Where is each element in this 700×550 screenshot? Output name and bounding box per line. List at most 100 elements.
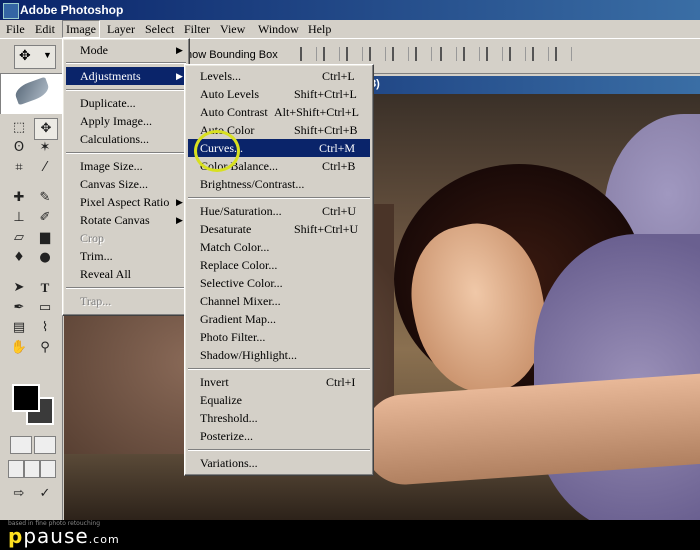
align-vcenter-icon[interactable] [323, 47, 340, 61]
menu-item-posterize[interactable]: Posterize... [188, 427, 370, 445]
dodge-tool-icon[interactable]: ● [34, 248, 56, 268]
distribute-hcenter-icon[interactable] [532, 47, 549, 61]
menu-item-selective-color[interactable]: Selective Color... [188, 274, 370, 292]
menu-item-reveal-all[interactable]: Reveal All [66, 265, 186, 283]
distribute-left-icon[interactable] [509, 47, 526, 61]
menubar: File Edit Image Layer Select Filter View… [0, 20, 700, 38]
submenu-arrow-icon: ▶ [176, 197, 183, 207]
feather-icon [12, 76, 52, 106]
hand-tool-icon[interactable]: ✋ [8, 338, 30, 358]
menu-item-image-size[interactable]: Image Size... [66, 157, 186, 175]
shape-tool-icon[interactable]: ▭ [34, 298, 56, 318]
menu-separator [188, 197, 370, 199]
standard-mode-icon[interactable] [10, 436, 32, 454]
menu-item-auto-levels[interactable]: Auto Levels Shift+Ctrl+L [188, 85, 370, 103]
path-selection-icon[interactable]: ➤ [8, 278, 30, 298]
menu-item-channel-mixer[interactable]: Channel Mixer... [188, 292, 370, 310]
align-left-icon[interactable] [369, 47, 386, 61]
zoom-tool-icon[interactable]: ⚲ [34, 338, 56, 358]
menu-item-shadow-highlight[interactable]: Shadow/Highlight... [188, 346, 370, 364]
app-title: Adobe Photoshop [20, 3, 124, 17]
slice-tool-icon[interactable]: ⁄ [34, 158, 56, 178]
menu-file[interactable]: File [3, 21, 28, 37]
menu-image[interactable]: Image [62, 20, 100, 38]
gradient-tool-icon[interactable]: ▆ [34, 228, 56, 248]
align-top-icon[interactable] [300, 47, 317, 61]
menu-help[interactable]: Help [305, 21, 334, 37]
menu-item-calculations[interactable]: Calculations... [66, 130, 186, 148]
menu-item-trap: Trap... [80, 294, 112, 308]
menu-item-adjustments[interactable]: Adjustments ▶ [66, 67, 186, 85]
distribute-right-icon[interactable] [555, 47, 572, 61]
image-menu: Mode ▶ Adjustments ▶ Duplicate... Apply … [62, 38, 190, 316]
marquee-tool-icon[interactable]: ⬚ [8, 118, 30, 138]
align-buttons [300, 47, 435, 63]
crop-tool-icon[interactable]: ⌗ [8, 158, 30, 178]
submenu-arrow-icon: ▶ [176, 71, 183, 81]
menu-item-crop: Crop [80, 231, 104, 245]
photoshop-logo-icon [3, 3, 19, 19]
tool-preset-picker[interactable]: ✥ ▼ [14, 45, 56, 69]
eyedropper-icon[interactable]: ⌇ [34, 318, 56, 338]
brush-tool-icon[interactable]: ✎ [34, 188, 56, 208]
quickmask-mode-icon[interactable] [34, 436, 56, 454]
type-tool-icon[interactable]: T [34, 278, 56, 298]
menu-item-auto-contrast[interactable]: Auto Contrast Alt+Shift+Ctrl+L [188, 103, 370, 121]
foreground-color-swatch[interactable] [12, 384, 40, 412]
jump-to-imageready-icon[interactable]: ⇨ [8, 484, 30, 504]
magic-wand-icon[interactable]: ✶ [34, 138, 56, 158]
menu-item-equalize[interactable]: Equalize [188, 391, 370, 409]
screen-mode-full-menu-icon[interactable] [24, 460, 40, 478]
menu-item-levels[interactable]: Levels... Ctrl+L [188, 67, 370, 85]
menu-separator [66, 89, 186, 91]
distribute-top-icon[interactable] [440, 47, 457, 61]
menu-view[interactable]: View [217, 21, 248, 37]
menu-item-desaturate[interactable]: Desaturate Shift+Ctrl+U [188, 220, 370, 238]
menu-item-invert[interactable]: Invert Ctrl+I [188, 373, 370, 391]
lasso-tool-icon[interactable]: ʘ [8, 138, 30, 158]
palette-well[interactable] [0, 73, 64, 115]
menu-item-gradient-map[interactable]: Gradient Map... [188, 310, 370, 328]
align-hcenter-icon[interactable] [392, 47, 409, 61]
notes-tool-icon[interactable]: ▤ [8, 318, 30, 338]
menu-item-apply-image[interactable]: Apply Image... [66, 112, 186, 130]
footer-strip: based in fine photo retouching ppause.co… [0, 520, 700, 550]
menu-item-variations[interactable]: Variations... [188, 454, 370, 472]
menu-item-hue-saturation[interactable]: Hue/Saturation... Ctrl+U [188, 202, 370, 220]
healing-brush-icon[interactable]: ✚ [8, 188, 30, 208]
menu-item-mode[interactable]: Mode ▶ [66, 41, 186, 59]
blur-tool-icon[interactable]: ♦ [8, 248, 30, 268]
menu-filter[interactable]: Filter [181, 21, 213, 37]
menu-layer[interactable]: Layer [104, 21, 138, 37]
menu-separator [66, 287, 186, 289]
menu-window[interactable]: Window [255, 21, 302, 37]
menu-item-photo-filter[interactable]: Photo Filter... [188, 328, 370, 346]
menu-item-threshold[interactable]: Threshold... [188, 409, 370, 427]
clone-stamp-icon[interactable]: ⊥ [8, 208, 30, 228]
menu-item-duplicate[interactable]: Duplicate... [66, 94, 186, 112]
align-right-icon[interactable] [415, 47, 432, 61]
menu-select[interactable]: Select [142, 21, 177, 37]
menu-item-rotate-canvas[interactable]: Rotate Canvas ▶ [66, 211, 186, 229]
adjustments-submenu: Levels... Ctrl+L Auto Levels Shift+Ctrl+… [184, 64, 374, 476]
menu-item-pixel-aspect-ratio[interactable]: Pixel Aspect Ratio ▶ [66, 193, 186, 211]
menu-edit[interactable]: Edit [32, 21, 58, 37]
menu-item-replace-color[interactable]: Replace Color... [188, 256, 370, 274]
eraser-tool-icon[interactable]: ▱ [8, 228, 30, 248]
menu-separator [66, 152, 186, 154]
menu-separator [188, 368, 370, 370]
distribute-vcenter-icon[interactable] [463, 47, 480, 61]
screen-mode-full-icon[interactable] [40, 460, 56, 478]
menu-item-trim[interactable]: Trim... [66, 247, 186, 265]
menu-item-brightness-contrast[interactable]: Brightness/Contrast... [188, 175, 370, 193]
align-bottom-icon[interactable] [346, 47, 363, 61]
screen-mode-standard-icon[interactable] [8, 460, 24, 478]
show-bounding-box-label[interactable]: how Bounding Box [186, 49, 278, 61]
menu-item-match-color[interactable]: Match Color... [188, 238, 370, 256]
menu-item-canvas-size[interactable]: Canvas Size... [66, 175, 186, 193]
history-brush-icon[interactable]: ✐ [34, 208, 56, 228]
edit-in-imageready-icon[interactable]: ✓ [34, 484, 56, 504]
pen-tool-icon[interactable]: ✒ [8, 298, 30, 318]
move-tool-icon[interactable]: ✥ [34, 118, 58, 140]
distribute-bottom-icon[interactable] [486, 47, 503, 61]
